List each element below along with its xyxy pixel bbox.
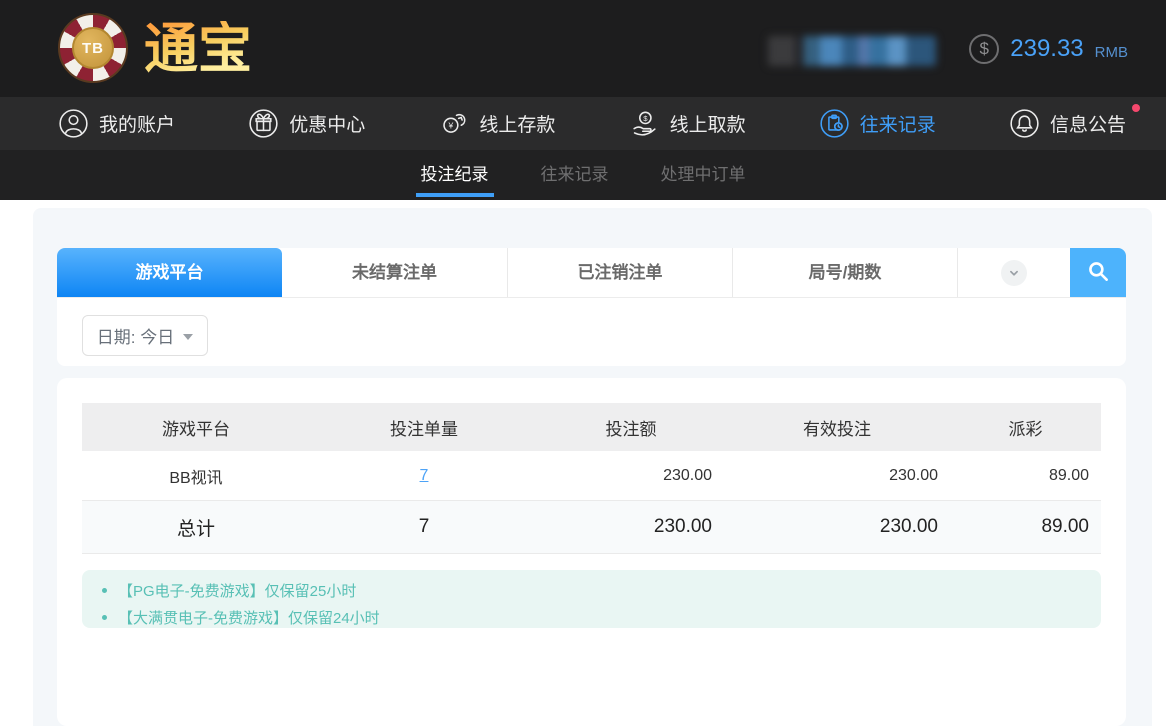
total-valid-bet: 230.00 [879, 516, 938, 537]
notice-text: 【大满贯电子-免费游戏】仅保留24小时 [118, 610, 380, 627]
withdraw-hand-icon: $ [629, 108, 660, 139]
search-icon [1085, 258, 1111, 287]
col-header-valid-bet: 有效投注 [803, 419, 871, 439]
notice-line: 【PG电子-免费游戏】仅保留25小时 [82, 581, 1101, 600]
brand-logo[interactable]: TB 通宝 [58, 13, 252, 83]
table-row: BB视讯 7 230.00 230.00 89.00 [82, 451, 1101, 501]
nav-item-label: 线上取款 [669, 115, 746, 136]
col-header-platform: 游戏平台 [162, 419, 230, 439]
top-header: TB 通宝 $ 239.33 RMB [0, 0, 1166, 97]
notice-line: 【大满贯电子-免费游戏】仅保留24小时 [82, 608, 1101, 627]
caret-down-icon [183, 333, 194, 340]
bullet-icon [102, 615, 107, 620]
chip-tb-monogram: TB [72, 27, 114, 69]
date-filter-label: 日期: 今日 [96, 328, 175, 347]
notice-box: 【PG电子-免费游戏】仅保留25小时 【大满贯电子-免费游戏】仅保留24小时 [82, 570, 1101, 628]
bet-count-link[interactable]: 7 [420, 467, 429, 484]
nav-item-label: 线上存款 [479, 115, 556, 136]
masked-username[interactable] [768, 36, 936, 66]
search-tabs: 游戏平台 未结算注单 已注销注单 局号/期数 [57, 248, 1126, 298]
subnav-tab-label: 处理中订单 [660, 165, 746, 184]
tab-round-number[interactable]: 局号/期数 [732, 248, 957, 297]
active-tab-underline [415, 193, 494, 197]
nav-item-label: 往来记录 [859, 115, 936, 136]
svg-text:¥: ¥ [448, 121, 454, 131]
nav-item-online-withdrawal[interactable]: $ 线上取款 [629, 108, 746, 139]
bell-icon [1009, 108, 1040, 139]
results-panel: 游戏平台 投注单量 投注额 有效投注 派彩 BB视讯 7 230.00 230.… [57, 378, 1126, 726]
filter-dropdown[interactable] [957, 248, 1070, 297]
notification-dot [1131, 104, 1140, 112]
nav-item-transaction-records[interactable]: 往来记录 [819, 108, 936, 139]
page: TB 通宝 $ 239.33 RMB 我的账户 优惠中心 ¥ 线上存款 $ 线上… [0, 0, 1166, 726]
table-header-row: 游戏平台 投注单量 投注额 有效投注 派彩 [82, 403, 1101, 451]
tab-unsettled-bets[interactable]: 未结算注单 [282, 248, 507, 297]
subnav-tab-label: 往来记录 [540, 165, 609, 184]
sub-nav: 投注纪录 往来记录 处理中订单 [0, 150, 1166, 200]
table-total-row: 总计 7 230.00 230.00 89.00 [82, 501, 1101, 554]
nav-item-promotions[interactable]: 优惠中心 [248, 108, 365, 139]
nav-item-label: 信息公告 [1049, 115, 1126, 136]
subnav-tab-label: 投注纪录 [420, 165, 489, 184]
tab-game-platform[interactable]: 游戏平台 [57, 248, 282, 297]
user-icon [58, 108, 89, 139]
col-header-payout: 派彩 [1008, 419, 1043, 439]
subnav-tab-betting-records[interactable]: 投注纪录 [415, 150, 494, 200]
gift-icon [248, 108, 279, 139]
nav-item-announcements[interactable]: 信息公告 [1009, 104, 1140, 139]
main-nav: 我的账户 优惠中心 ¥ 线上存款 $ 线上取款 往来记录 信息公告 [0, 97, 1166, 150]
date-filter[interactable]: 日期: 今日 [82, 315, 208, 356]
total-bet-count: 7 [418, 516, 430, 537]
balance[interactable]: $ 239.33 RMB [969, 34, 1128, 64]
balance-amount: 239.33 [1010, 35, 1084, 62]
nav-item-my-account[interactable]: 我的账户 [58, 108, 175, 139]
brand-name: 通宝 [144, 16, 252, 80]
search-button[interactable] [1070, 248, 1126, 297]
bullet-icon [102, 588, 107, 593]
cell-valid-bet: 230.00 [889, 466, 938, 484]
nav-item-online-deposit[interactable]: ¥ 线上存款 [438, 108, 555, 139]
col-header-bet-count: 投注单量 [390, 419, 458, 439]
dollar-icon: $ [969, 34, 1000, 64]
chevron-down-icon [1001, 259, 1027, 286]
tab-cancelled-bets[interactable]: 已注销注单 [507, 248, 732, 297]
cell-platform: BB视讯 [169, 469, 223, 487]
nav-item-label: 我的账户 [99, 115, 176, 136]
deposit-coin-icon: ¥ [438, 108, 469, 139]
total-bet-amount: 230.00 [653, 516, 712, 537]
poker-chip-logo-icon: TB [58, 13, 128, 83]
col-header-bet-amount: 投注额 [605, 419, 657, 439]
results-table: 游戏平台 投注单量 投注额 有效投注 派彩 BB视讯 7 230.00 230.… [82, 403, 1101, 554]
total-label: 总计 [176, 518, 215, 540]
cell-bet-amount: 230.00 [663, 466, 712, 484]
transfer-records-icon [819, 108, 850, 139]
notice-text: 【PG电子-免费游戏】仅保留25小时 [118, 583, 357, 600]
nav-item-label: 优惠中心 [289, 115, 366, 136]
balance-currency: RMB [1094, 43, 1128, 61]
cell-payout: 89.00 [1048, 466, 1089, 484]
subnav-tab-processing-orders[interactable]: 处理中订单 [658, 150, 749, 200]
total-payout: 89.00 [1041, 516, 1089, 537]
svg-text:$: $ [643, 114, 648, 123]
subnav-tab-transaction-records[interactable]: 往来记录 [538, 150, 612, 200]
search-panel: 游戏平台 未结算注单 已注销注单 局号/期数 [57, 248, 1126, 366]
